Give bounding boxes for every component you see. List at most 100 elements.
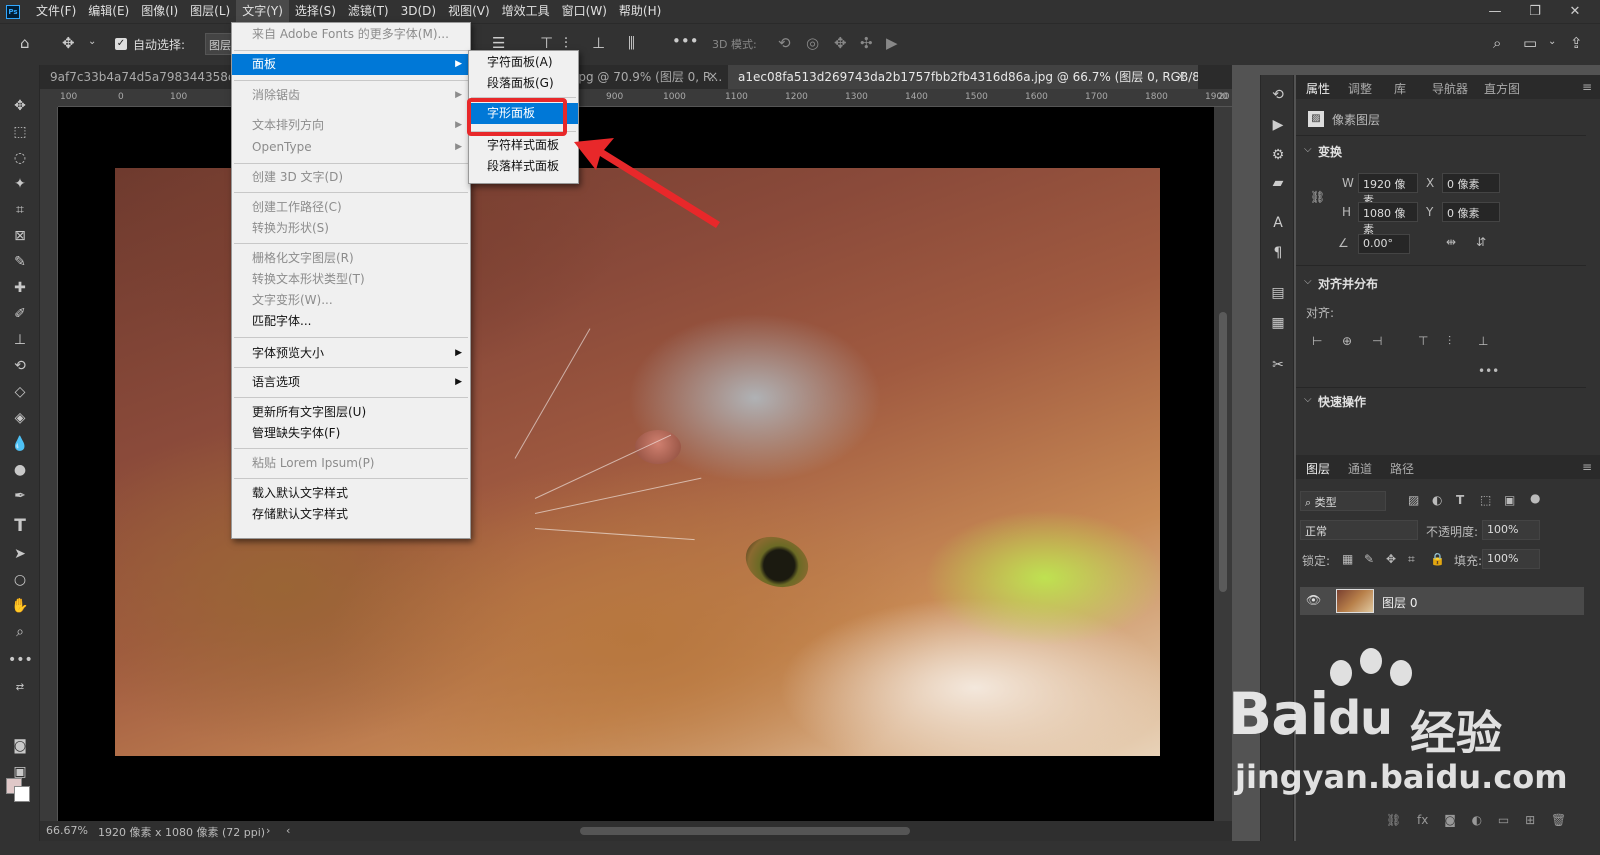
type-menu-item[interactable]: 栅格化文字图层(R): [232, 248, 470, 269]
3d-camera-icon[interactable]: ▶: [886, 34, 898, 52]
panel-menu-icon[interactable]: ≡: [1582, 80, 1592, 94]
lasso-tool-icon[interactable]: ◌: [8, 147, 32, 169]
horizontal-scrollbar[interactable]: [580, 827, 910, 835]
status-expand-icon[interactable]: ›: [266, 824, 270, 837]
share-icon[interactable]: ⇪: [1570, 34, 1583, 52]
lock-pixels-icon[interactable]: ✎: [1364, 552, 1374, 566]
align-vcenter-icon[interactable]: ⫶: [1448, 334, 1451, 349]
document-tab[interactable]: jpg @ 70.9% (图层 0, R...: [565, 65, 730, 89]
scroll-left-icon[interactable]: ‹: [286, 824, 290, 837]
filter-shape-icon[interactable]: ⬚: [1480, 493, 1491, 507]
brush-tool-icon[interactable]: ✐: [8, 303, 32, 325]
align-bottom-icon[interactable]: ⊥: [1478, 334, 1488, 348]
collapse-icon[interactable]: ⌵: [1304, 276, 1312, 287]
type-menu-item[interactable]: 管理缺失字体(F): [232, 423, 470, 444]
height-field[interactable]: 1080 像素: [1358, 202, 1418, 236]
eraser-tool-icon[interactable]: ◇: [8, 381, 32, 403]
blend-mode-dropdown[interactable]: 正常: [1300, 520, 1418, 540]
lock-artboard-icon[interactable]: ⌗: [1408, 552, 1415, 567]
type-menu-item[interactable]: 匹配字体...: [232, 311, 470, 332]
tab-layers[interactable]: 图层: [1306, 460, 1330, 477]
menu-item[interactable]: 选择(S): [289, 0, 342, 23]
opacity-field[interactable]: 100%: [1482, 520, 1540, 540]
document-tab[interactable]: 9af7c33b4a74d5a798344358c72: [40, 65, 230, 89]
type-menu-item[interactable]: 创建工作路径(C): [232, 197, 470, 218]
x-field[interactable]: 0 像素: [1442, 173, 1500, 193]
gradient-tool-icon[interactable]: ◈: [8, 407, 32, 429]
quick-mask-icon[interactable]: ◙: [8, 735, 32, 757]
type-menu-item[interactable]: 粘贴 Lorem Ipsum(P): [232, 453, 470, 474]
type-menu-item[interactable]: 创建 3D 文字(D): [232, 167, 470, 188]
type-menu-item[interactable]: 文字变形(W)...: [232, 290, 470, 311]
layer-name[interactable]: 图层 0: [1382, 594, 1417, 611]
home-icon[interactable]: ⌂: [20, 34, 30, 52]
shape-tool-icon[interactable]: ○: [8, 569, 32, 591]
tab-navigator[interactable]: 导航器: [1432, 80, 1468, 97]
workspace-icon[interactable]: ▭: [1523, 34, 1537, 52]
chevron-down-icon[interactable]: ⌄: [88, 36, 96, 47]
filter-type-icon[interactable]: T: [1456, 493, 1464, 507]
filter-toggle-icon[interactable]: ●: [1530, 491, 1540, 505]
paragraph-icon[interactable]: ¶: [1270, 245, 1286, 261]
flip-horizontal-icon[interactable]: ⇹: [1446, 235, 1456, 249]
type-menu-item[interactable]: OpenType ▶: [232, 137, 470, 158]
panel-menu-icon[interactable]: ≡: [1582, 460, 1592, 474]
3d-pan-icon[interactable]: ✥: [834, 34, 847, 52]
type-menu-item[interactable]: 转换文本形状类型(T): [232, 269, 470, 290]
scrollbar-thumb[interactable]: [1219, 312, 1227, 592]
frame-tool-icon[interactable]: ⊠: [8, 225, 32, 247]
y-field[interactable]: 0 像素: [1442, 202, 1500, 222]
screen-mode-icon[interactable]: ▣: [8, 761, 32, 783]
align-hcenter-icon[interactable]: ⊕: [1342, 334, 1352, 348]
menu-item[interactable]: 图像(I): [135, 0, 184, 23]
search-icon[interactable]: ⌕: [1493, 34, 1501, 52]
move-tool-icon[interactable]: ✥: [8, 95, 32, 117]
3d-roll-icon[interactable]: ◎: [806, 34, 819, 52]
comments-icon[interactable]: ▰: [1270, 175, 1286, 191]
filter-adjust-icon[interactable]: ◐: [1432, 493, 1442, 507]
glyphs-icon[interactable]: ▤: [1270, 285, 1286, 301]
panel-submenu-item[interactable]: 段落面板(G): [469, 73, 578, 94]
menu-item[interactable]: 窗口(W): [556, 0, 613, 23]
document-tab-active[interactable]: a1ec08fa513d269743da2b1757fbb2fb4316d86a…: [728, 65, 1198, 89]
close-tab-icon[interactable]: ×: [1176, 69, 1186, 83]
align-top-icon[interactable]: ⊤: [1418, 334, 1428, 348]
zoom-tool-icon[interactable]: ⌕: [8, 621, 32, 643]
tool-presets-icon[interactable]: ✂: [1270, 357, 1286, 373]
align-bottom-icon[interactable]: ⊥: [592, 34, 605, 52]
type-menu-item[interactable]: 来自 Adobe Fonts 的更多字体(M)...: [232, 24, 470, 45]
align-right-icon[interactable]: ⊣: [1372, 334, 1382, 348]
type-menu-item[interactable]: 消除锯齿 ▶: [232, 85, 470, 106]
tab-adjustments[interactable]: 调整: [1348, 80, 1372, 97]
lock-all-icon[interactable]: 🔒: [1430, 552, 1445, 566]
type-menu-item[interactable]: 载入默认文字样式: [232, 483, 470, 504]
hand-tool-icon[interactable]: ✋: [8, 595, 32, 617]
panel-submenu-item[interactable]: 字符样式面板: [469, 135, 578, 156]
menu-item[interactable]: 文字(Y): [236, 0, 289, 23]
move-tool-icon[interactable]: ✥: [62, 34, 75, 52]
menu-item[interactable]: 3D(D): [395, 0, 442, 23]
history-icon[interactable]: ⟲: [1270, 87, 1286, 103]
link-icon[interactable]: ⛓: [1310, 190, 1325, 204]
flip-vertical-icon[interactable]: ⇵: [1476, 235, 1486, 249]
plugin-icon[interactable]: ⚙: [1270, 147, 1286, 163]
3d-slide-icon[interactable]: ✣: [860, 34, 873, 52]
auto-select-checkbox[interactable]: ✓: [115, 38, 127, 50]
close-tab-icon[interactable]: ×: [708, 69, 718, 83]
layer-row[interactable]: 👁 图层 0: [1300, 587, 1584, 615]
tab-channels[interactable]: 通道: [1348, 460, 1372, 477]
tab-paths[interactable]: 路径: [1390, 460, 1414, 477]
more-tools-icon[interactable]: •••: [8, 649, 33, 671]
collapse-icon[interactable]: ⌵: [1304, 144, 1312, 155]
type-tool-icon[interactable]: T: [8, 515, 32, 537]
swap-colors-icon[interactable]: ⇄: [8, 677, 32, 699]
angle-field[interactable]: 0.00°: [1358, 234, 1410, 254]
menu-item[interactable]: 增效工具: [496, 0, 556, 23]
notes-icon[interactable]: ▦: [1270, 315, 1286, 331]
zoom-level[interactable]: 66.67%: [46, 824, 88, 837]
path-select-icon[interactable]: ➤: [8, 543, 32, 565]
more-align-button[interactable]: •••: [1478, 364, 1499, 378]
layers-footer-icons[interactable]: ⛓ fx ◙ ◐ ▭ ⊞ 🗑: [1386, 813, 1566, 827]
filter-smart-icon[interactable]: ▣: [1504, 493, 1515, 507]
collapse-icon[interactable]: ⌵: [1304, 394, 1312, 405]
